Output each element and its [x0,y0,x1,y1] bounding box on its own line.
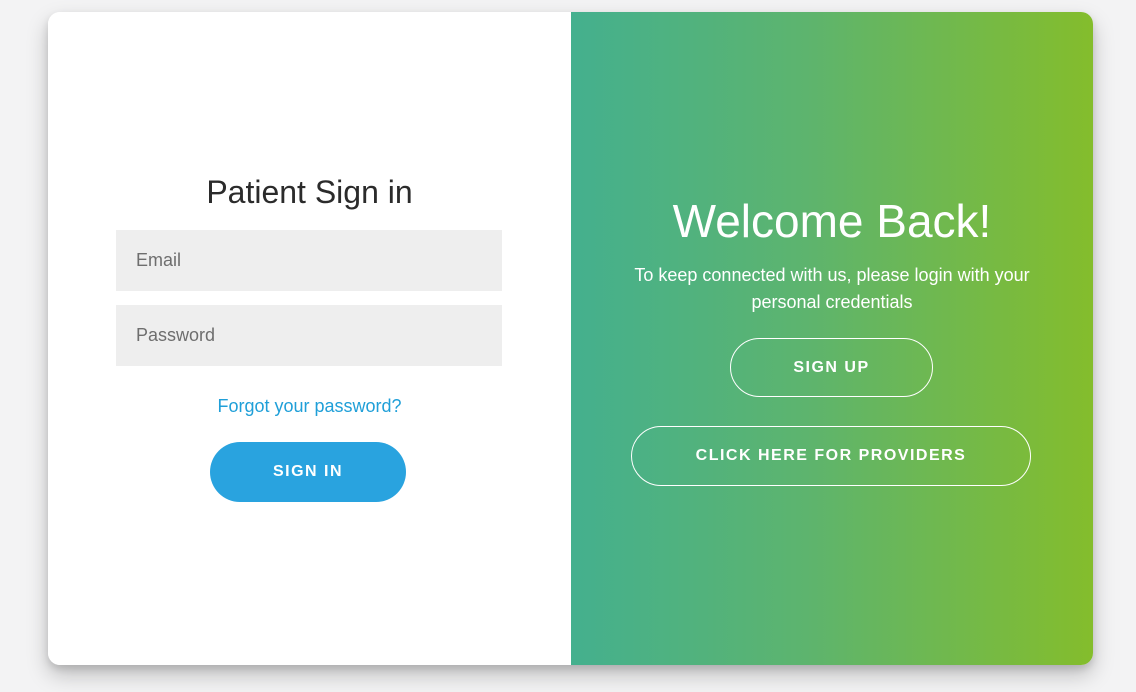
welcome-title: Welcome Back! [672,195,992,247]
sign-in-panel: Patient Sign in Forgot your password? SI… [48,12,571,665]
sign-in-button[interactable]: SIGN IN [210,442,406,502]
welcome-message: To keep connected with us, please login … [634,265,1030,312]
sign-up-button[interactable]: SIGN UP [730,338,933,397]
sign-in-title: Patient Sign in [206,174,413,210]
welcome-panel: Welcome Back! To keep connected with us,… [571,12,1093,665]
email-input[interactable] [116,230,502,291]
providers-button[interactable]: CLICK HERE FOR PROVIDERS [631,426,1031,486]
login-card: Patient Sign in Forgot your password? SI… [48,12,1093,665]
forgot-password-link[interactable]: Forgot your password? [48,396,571,417]
password-input[interactable] [116,305,502,366]
